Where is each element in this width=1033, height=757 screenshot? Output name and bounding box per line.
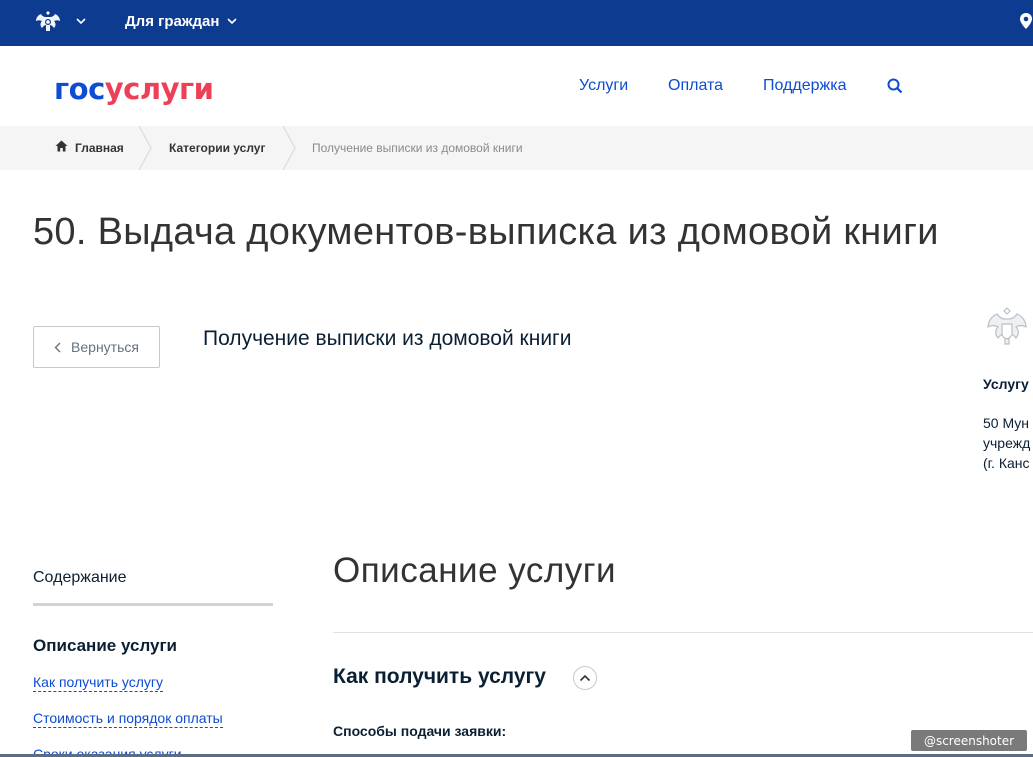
info-line: учрежд: [983, 435, 1031, 451]
citizens-menu[interactable]: Для граждан: [125, 13, 219, 30]
screenshoter-watermark: @screenshoter: [911, 730, 1027, 751]
toc-link-cost[interactable]: Стоимость и порядок оплаты: [33, 710, 223, 728]
chevron-left-icon: [54, 342, 61, 352]
subsection-title: Как получить услугу: [333, 665, 546, 688]
top-bar: Для граждан: [0, 0, 1033, 46]
back-button-label: Вернуться: [71, 339, 139, 355]
coat-of-arms-icon: [987, 307, 1027, 345]
info-line: 50 Мун: [983, 415, 1030, 431]
section-title: Описание услуги: [333, 551, 617, 590]
toc-link-how-to-get[interactable]: Как получить услугу: [33, 674, 164, 692]
nav-support[interactable]: Поддержка: [763, 77, 846, 95]
toc-item-active[interactable]: Описание услуги: [33, 636, 177, 656]
collapse-button[interactable]: [573, 666, 597, 690]
chevron-up-icon: [579, 674, 591, 682]
breadcrumb-separator: [138, 126, 152, 170]
site-header: госуслуги Услуги Оплата Поддержка: [0, 46, 1033, 126]
nav-payment[interactable]: Оплата: [668, 77, 723, 95]
breadcrumb-home[interactable]: Главная: [75, 141, 124, 155]
toc-title: Содержание: [33, 569, 127, 586]
chevron-down-icon[interactable]: [75, 15, 87, 27]
chevron-down-icon[interactable]: [226, 15, 238, 27]
toc-divider: [33, 603, 273, 606]
breadcrumb-categories[interactable]: Категории услуг: [169, 141, 265, 155]
coat-of-arms-icon[interactable]: [33, 8, 63, 36]
home-icon[interactable]: [55, 140, 68, 152]
gosuslugi-logo[interactable]: госуслуги: [54, 72, 214, 106]
methods-label: Способы подачи заявки:: [333, 723, 507, 739]
nav-services[interactable]: Услуги: [579, 77, 628, 95]
back-button[interactable]: Вернуться: [33, 326, 160, 368]
breadcrumb-current: Получение выписки из домовой книги: [312, 141, 523, 155]
location-pin-icon[interactable]: [1019, 12, 1033, 30]
breadcrumb-separator: [282, 126, 296, 170]
info-heading: Услугу: [983, 376, 1029, 392]
search-icon[interactable]: [887, 78, 903, 94]
section-divider: [333, 632, 1033, 633]
service-name: Получение выписки из домовой книги: [203, 327, 572, 350]
info-line: (г. Канс: [983, 455, 1030, 471]
page-title: 50. Выдача документов-выписка из домовой…: [33, 211, 939, 253]
